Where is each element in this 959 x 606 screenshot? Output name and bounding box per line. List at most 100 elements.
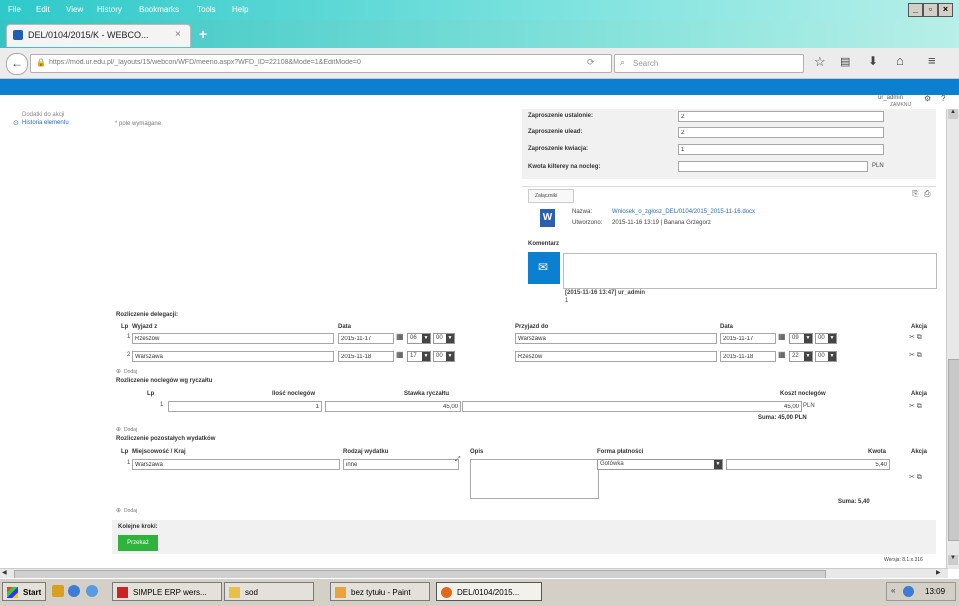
start-button[interactable]: Start bbox=[2, 582, 46, 601]
clock[interactable]: 13:09 bbox=[925, 587, 945, 596]
hour-select[interactable]: 06 ▼ bbox=[407, 333, 431, 344]
row-actions-icon[interactable]: ✂ ⧉ bbox=[909, 402, 922, 411]
vertical-scrollbar[interactable]: ▲ ▼ bbox=[946, 109, 959, 569]
row-actions-icon[interactable]: ✂ ⧉ bbox=[909, 351, 922, 360]
word-document-icon[interactable]: W bbox=[540, 209, 555, 227]
scroll-right-icon[interactable]: ▶ bbox=[936, 569, 945, 578]
row-actions-icon[interactable]: ✂ ⧉ bbox=[909, 333, 922, 342]
hour-select[interactable]: 09 ▼ bbox=[789, 333, 813, 344]
attachment-name-link[interactable]: Wniosek_o_zgłosz_DEL/0104/2015_2015-11-1… bbox=[612, 209, 755, 215]
new-tab-button[interactable]: + bbox=[199, 26, 207, 42]
add-lodging-row-button[interactable]: Dodaj bbox=[124, 427, 137, 433]
row-actions-icon[interactable]: ✂ ⧉ bbox=[909, 473, 922, 482]
browser-tab[interactable]: DEL/0104/2015/K - WEBCO... × bbox=[6, 24, 191, 47]
download-icon[interactable]: ⬇ bbox=[868, 54, 878, 68]
taskbar-item-erp[interactable]: SIMPLE ERP wers... bbox=[112, 582, 222, 601]
tab-close-icon[interactable]: × bbox=[175, 29, 181, 40]
reload-icon[interactable]: ⟳ bbox=[587, 57, 595, 68]
travel-from-input[interactable] bbox=[132, 333, 334, 344]
forward-button[interactable]: Przekaż bbox=[118, 535, 158, 551]
other-amount-input[interactable] bbox=[726, 459, 890, 470]
other-place-input[interactable] bbox=[132, 459, 340, 470]
menu-view[interactable]: View bbox=[66, 5, 83, 14]
scroll-left-icon[interactable]: ◀ bbox=[2, 569, 11, 578]
menu-file[interactable]: File bbox=[8, 5, 21, 14]
lodging-cost-input[interactable] bbox=[462, 401, 802, 412]
field3-input[interactable] bbox=[678, 144, 884, 155]
menu-help[interactable]: Help bbox=[232, 5, 248, 14]
menu-tools[interactable]: Tools bbox=[197, 5, 216, 14]
minute-select[interactable]: 00 ▼ bbox=[815, 351, 837, 362]
quicklaunch-browser-icon[interactable] bbox=[68, 585, 80, 597]
taskbar-item-paint[interactable]: bez tytułu - Paint bbox=[330, 582, 430, 601]
attach-scan-icon[interactable]: ⎙ bbox=[924, 189, 930, 199]
gear-icon[interactable]: ⚙ bbox=[924, 94, 931, 103]
travel-to-input[interactable] bbox=[515, 351, 717, 362]
close-link[interactable]: ZAMKNIJ bbox=[890, 102, 911, 108]
taskbar-item-browser[interactable]: DEL/0104/2015... bbox=[436, 582, 542, 601]
attach-add-icon[interactable]: ⎘ bbox=[912, 189, 918, 199]
attachments-section: Załączniki ⎘ ⎙ W Nazwa: Wniosek_o_zgłosz… bbox=[522, 186, 936, 239]
bookmark-star-icon[interactable]: ☆ bbox=[814, 54, 826, 70]
network-icon[interactable] bbox=[903, 586, 914, 597]
field2-input[interactable] bbox=[678, 127, 884, 138]
help-icon[interactable]: ? bbox=[941, 94, 945, 103]
minimize-button[interactable]: _ bbox=[908, 3, 923, 17]
add-travel-row-button[interactable]: Dodaj bbox=[124, 369, 137, 375]
calendar-icon[interactable]: ▦ bbox=[396, 350, 404, 359]
hour-select[interactable]: 17 ▼ bbox=[407, 351, 431, 362]
maximize-button[interactable]: ▫ bbox=[923, 3, 938, 17]
calendar-icon[interactable]: ▦ bbox=[396, 332, 404, 341]
menu-hamburger-icon[interactable]: ≡ bbox=[928, 53, 936, 68]
back-arrow-icon[interactable]: ← bbox=[6, 53, 28, 75]
windows-taskbar: Start SIMPLE ERP wers... sod bez tytułu … bbox=[0, 578, 959, 606]
expand-icon[interactable]: ⤢ bbox=[455, 456, 461, 464]
add-other-row-icon[interactable]: ⊕ bbox=[116, 507, 121, 514]
url-bar[interactable]: 🔒 https://mod.ur.edu.pl/_layouts/15/webc… bbox=[30, 54, 612, 73]
menu-bookmarks[interactable]: Bookmarks bbox=[139, 5, 179, 14]
user-name[interactable]: ur_admin bbox=[878, 95, 903, 101]
scroll-down-icon[interactable]: ▼ bbox=[948, 555, 958, 565]
lodging-nights-input[interactable] bbox=[168, 401, 322, 412]
other-type-input[interactable] bbox=[343, 459, 459, 470]
search-box[interactable]: ⌕ Search bbox=[614, 54, 804, 73]
travel-to-input[interactable] bbox=[515, 333, 717, 344]
add-travel-row-icon[interactable]: ⊕ bbox=[116, 368, 121, 375]
field4-input[interactable] bbox=[678, 161, 868, 172]
comment-textarea[interactable] bbox=[563, 253, 937, 289]
sidebar-item-history[interactable]: Historia elementu bbox=[22, 120, 69, 126]
windows-logo-icon bbox=[7, 587, 18, 598]
tab-attachments[interactable]: Załączniki bbox=[528, 189, 574, 203]
folder-icon bbox=[229, 587, 240, 598]
travel-date2-input[interactable] bbox=[720, 351, 776, 362]
add-lodging-row-icon[interactable]: ⊕ bbox=[116, 426, 121, 433]
close-window-button[interactable]: × bbox=[938, 3, 953, 17]
sidebar-item-actions[interactable]: Dodatki do akcji bbox=[22, 112, 64, 118]
menu-history[interactable]: History bbox=[97, 5, 122, 14]
scroll-up-icon[interactable]: ▲ bbox=[948, 109, 958, 119]
field1-input[interactable] bbox=[678, 111, 884, 122]
menu-edit[interactable]: Edit bbox=[36, 5, 50, 14]
minute-select[interactable]: 00 ▼ bbox=[815, 333, 837, 344]
quicklaunch-ie-icon[interactable] bbox=[86, 585, 98, 597]
hour-select[interactable]: 22 ▼ bbox=[789, 351, 813, 362]
payment-select[interactable]: Gotówka ▼ bbox=[597, 459, 723, 470]
other-desc-textarea[interactable] bbox=[470, 459, 599, 499]
minute-select[interactable]: 00 ▼ bbox=[433, 351, 455, 362]
tray-arrow-icon[interactable]: « bbox=[891, 586, 895, 595]
home-icon[interactable]: ⌂ bbox=[896, 53, 904, 68]
travel-date-input[interactable] bbox=[338, 351, 394, 362]
travel-date2-input[interactable] bbox=[720, 333, 776, 344]
lodging-rate-input[interactable] bbox=[325, 401, 461, 412]
vertical-scroll-thumb[interactable] bbox=[948, 359, 959, 541]
comment-icon[interactable]: ✉ bbox=[528, 252, 560, 284]
quicklaunch-folder-icon[interactable] bbox=[52, 585, 64, 597]
taskbar-item-folder[interactable]: sod bbox=[224, 582, 314, 601]
calendar-icon[interactable]: ▦ bbox=[778, 350, 786, 359]
calendar-icon[interactable]: ▦ bbox=[778, 332, 786, 341]
add-other-row-button[interactable]: Dodaj bbox=[124, 508, 137, 514]
travel-date-input[interactable] bbox=[338, 333, 394, 344]
travel-from-input[interactable] bbox=[132, 351, 334, 362]
library-icon[interactable]: ▤ bbox=[840, 55, 850, 68]
minute-select[interactable]: 00 ▼ bbox=[433, 333, 455, 344]
